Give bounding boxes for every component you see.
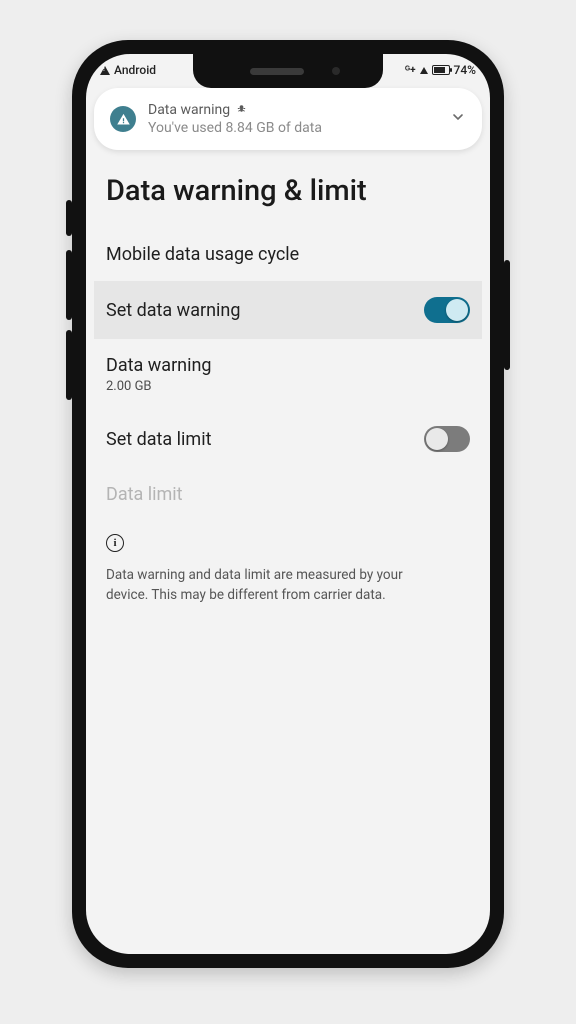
signal-icon <box>420 67 428 74</box>
bug-icon <box>236 102 247 118</box>
front-camera <box>332 67 340 75</box>
battery-percent: 74% <box>454 63 476 77</box>
page-title: Data warning & limit <box>94 150 482 228</box>
notification-subtitle: You've used 8.84 GB of data <box>148 120 438 136</box>
set-data-warning-toggle[interactable] <box>424 297 470 323</box>
row-usage-cycle[interactable]: Mobile data usage cycle <box>94 228 482 281</box>
battery-icon <box>432 65 450 75</box>
network-badge: ᴳ+ <box>405 65 415 76</box>
data-warning-notification[interactable]: Data warning You've used 8.84 GB of data <box>94 88 482 150</box>
speaker-grille <box>250 68 304 75</box>
volume-up-button <box>66 250 72 320</box>
set-data-warning-label: Set data warning <box>106 300 240 321</box>
info-icon: i <box>106 534 124 552</box>
data-warning-value: 2.00 GB <box>106 379 212 394</box>
data-limit-label: Data limit <box>106 484 183 505</box>
phone-frame: Android ᴳ+ 74% Data warning <box>72 40 504 968</box>
status-os-label: Android <box>114 63 156 77</box>
screen: Android ᴳ+ 74% Data warning <box>86 54 490 954</box>
data-warning-label: Data warning <box>106 355 212 376</box>
alert-triangle-icon <box>110 106 136 132</box>
row-data-warning[interactable]: Data warning 2.00 GB <box>94 339 482 410</box>
row-data-limit: Data limit <box>94 468 482 521</box>
chevron-down-icon[interactable] <box>450 109 466 129</box>
row-set-data-warning[interactable]: Set data warning <box>94 281 482 339</box>
power-button <box>504 260 510 370</box>
notch <box>193 54 383 88</box>
set-data-limit-label: Set data limit <box>106 429 211 450</box>
notification-title: Data warning <box>148 102 230 118</box>
set-data-limit-toggle[interactable] <box>424 426 470 452</box>
info-text: Data warning and data limit are measured… <box>106 566 446 605</box>
warning-icon <box>100 66 110 75</box>
row-set-data-limit[interactable]: Set data limit <box>94 410 482 468</box>
mute-switch <box>66 200 72 236</box>
volume-down-button <box>66 330 72 400</box>
usage-cycle-label: Mobile data usage cycle <box>106 244 299 265</box>
